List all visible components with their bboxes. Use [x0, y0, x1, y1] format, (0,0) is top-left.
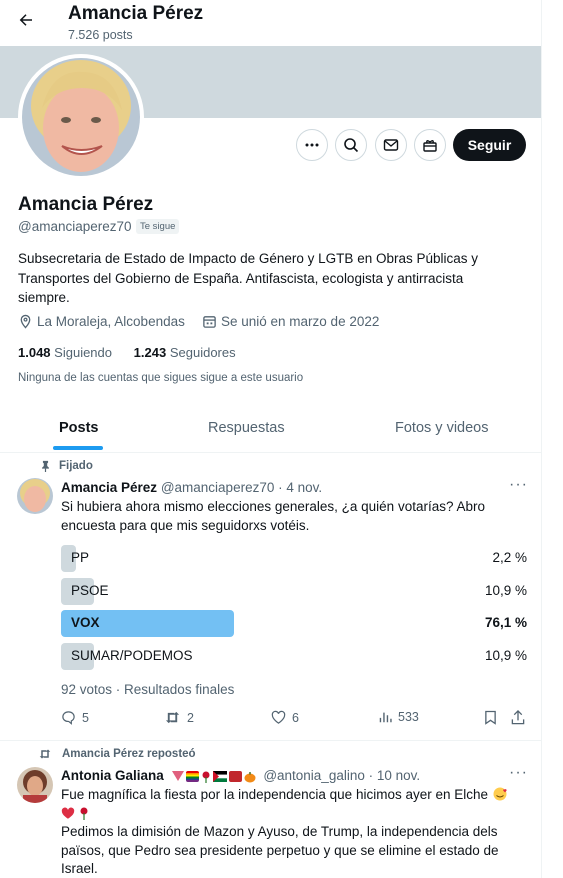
- rose-icon: [80, 807, 88, 820]
- followers-link[interactable]: 1.243 Seguidores: [134, 345, 236, 360]
- post-header: Amancia Pérez @amanciaperez70 · 4 nov.: [61, 480, 322, 495]
- poll-option-label: PP: [71, 550, 90, 565]
- following-link[interactable]: 1.048 Siguiendo: [18, 345, 112, 360]
- header-title: Amancia Pérez: [68, 3, 204, 24]
- post-divider: [0, 740, 541, 741]
- repost-author-name[interactable]: Antonia Galiana: [61, 768, 164, 783]
- poll-option-percent: 10,9 %: [484, 583, 527, 598]
- repost-header: Antonia Galiana @antonia_galino · 10 nov…: [61, 768, 420, 783]
- repost-body-text: Pedimos la dimisión de Mazon y Ayuso, de…: [61, 824, 499, 876]
- follow-stats: 1.048 Siguiendo 1.243 Seguidores: [18, 345, 236, 360]
- no-mutual-followers: Ninguna de las cuentas que sigues sigue …: [18, 372, 304, 384]
- profile-avatar[interactable]: [18, 54, 144, 180]
- poll-option-label: PSOE: [71, 583, 109, 598]
- post-author-avatar[interactable]: [17, 478, 53, 514]
- poll-option: PP 2,2 %: [61, 545, 527, 572]
- profile-name: Amancia Pérez: [18, 194, 154, 215]
- palestine-flag-icon: [212, 771, 227, 782]
- name-emoji-icons: [171, 771, 256, 783]
- morocco-flag-icon: [228, 771, 242, 782]
- pumpkin-icon: [244, 772, 256, 783]
- post-handle-date[interactable]: @amanciaperez70 · 4 nov.: [161, 480, 322, 495]
- share-icon: [511, 710, 525, 725]
- poll-option-label: SUMAR/PODEMOS: [71, 648, 193, 663]
- header-post-count: 7.526 posts: [68, 28, 133, 42]
- bookmark-icon: [485, 710, 496, 725]
- more-options-button[interactable]: [296, 129, 328, 161]
- repost-icon: [165, 711, 180, 724]
- join-date: Se unió en marzo de 2022: [202, 314, 379, 329]
- calendar-icon: [203, 316, 216, 328]
- search-icon: [344, 138, 359, 153]
- bookmark-button[interactable]: [484, 710, 497, 725]
- tab-posts[interactable]: Posts: [59, 420, 99, 436]
- smiling-hearts-emoji-icon: [493, 787, 507, 801]
- back-arrow-icon[interactable]: [14, 8, 38, 32]
- tab-media[interactable]: Fotos y videos: [395, 420, 489, 436]
- gift-button[interactable]: [414, 129, 446, 161]
- post-text: Si hubiera ahora mismo elecciones genera…: [61, 499, 485, 533]
- search-button[interactable]: [335, 129, 367, 161]
- poll-option-percent: 2,2 %: [492, 550, 527, 565]
- views-button[interactable]: 533: [378, 710, 419, 724]
- gift-icon: [423, 140, 437, 152]
- reply-icon: [62, 711, 75, 725]
- follow-button[interactable]: Seguir: [453, 129, 526, 161]
- repost-more-icon[interactable]: ···: [509, 764, 528, 782]
- profile-bio: Subsecretaria de Estado de Impacto de Gé…: [18, 251, 478, 305]
- post-more-icon[interactable]: ···: [509, 476, 528, 494]
- location-pin-icon: [20, 314, 31, 329]
- poll-option-percent: 10,9 %: [484, 648, 527, 663]
- repost-icon: [39, 749, 51, 759]
- post-author-name[interactable]: Amancia Pérez: [61, 480, 157, 495]
- repost-handle-date[interactable]: @antonia_galino · 10 nov.: [263, 768, 420, 783]
- join-date-text: Se unió en marzo de 2022: [221, 314, 380, 329]
- mail-icon: [383, 139, 399, 151]
- pin-icon: [42, 460, 49, 472]
- message-button[interactable]: [375, 129, 407, 161]
- location-text: La Moraleja, Alcobendas: [37, 314, 185, 329]
- poll-option: VOX 76,1 %: [61, 610, 527, 637]
- repost-indicator: Amancia Pérez reposteó: [38, 748, 196, 760]
- top-bar: Amancia Pérez 7.526 posts: [0, 0, 541, 46]
- triangle-flag-icon: [171, 771, 184, 781]
- heart-icon: [271, 710, 286, 724]
- repost-button[interactable]: 2: [164, 710, 194, 725]
- poll-footer: 92 votos · Resultados finales: [61, 682, 235, 697]
- poll-option: PSOE 10,9 %: [61, 578, 527, 605]
- tab-replies[interactable]: Respuestas: [208, 420, 285, 436]
- repost-text: Fue magnífica la fiesta por la independe…: [61, 786, 526, 823]
- poll-option-percent: 76,1 %: [484, 615, 527, 630]
- rose-icon: [202, 771, 210, 783]
- pinned-indicator: Fijado: [40, 460, 93, 472]
- location: La Moraleja, Alcobendas: [18, 314, 185, 329]
- follows-you-badge: Te sigue: [136, 219, 180, 234]
- profile-handle: @amanciaperez70: [18, 219, 132, 234]
- active-tab-indicator: [53, 446, 103, 450]
- repost-author-avatar[interactable]: [17, 767, 53, 803]
- reply-button[interactable]: 5: [61, 710, 89, 725]
- poll-option-label: VOX: [71, 615, 100, 630]
- profile-page: Amancia Pérez 7.526 posts Seguir Amancia…: [0, 0, 542, 878]
- share-button[interactable]: [511, 710, 525, 725]
- rainbow-flag-icon: [185, 771, 199, 782]
- views-chart-icon: [379, 712, 392, 723]
- poll-option: SUMAR/PODEMOS 10,9 %: [61, 643, 527, 670]
- like-button[interactable]: 6: [271, 710, 299, 725]
- red-heart-icon: [61, 807, 75, 819]
